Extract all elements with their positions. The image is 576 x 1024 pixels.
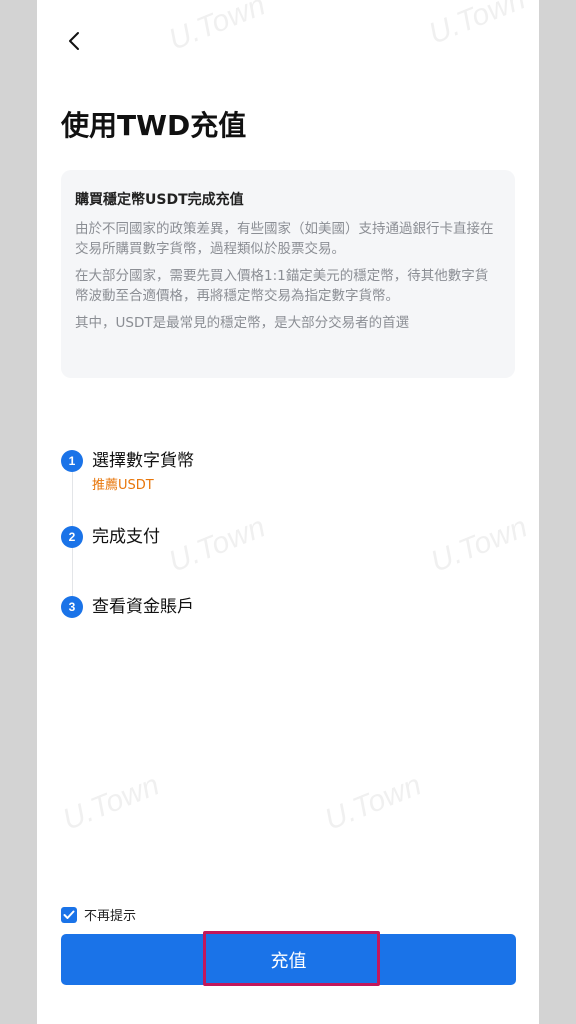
back-button[interactable]: [61, 26, 87, 56]
step-label: 選擇數字貨幣: [92, 451, 194, 471]
info-paragraph: 其中，USDT是最常見的穩定幣，是大部分交易者的首選: [75, 315, 410, 331]
watermark: U.Town: [424, 0, 530, 51]
watermark: U.Town: [58, 768, 164, 837]
checkbox-checked-icon[interactable]: [61, 906, 77, 923]
page-title: 使用TWD充值: [61, 109, 247, 142]
step-2: 2 完成支付: [61, 524, 160, 550]
step-number-badge: 2: [61, 526, 83, 548]
watermark: U.Town: [426, 510, 532, 579]
info-paragraph: 在大部分國家，需要先買入價格1:1錨定美元的穩定幣，待其他數字貨幣波動至合適價格…: [75, 268, 489, 304]
step-number-badge: 1: [61, 450, 83, 472]
step-label: 完成支付: [92, 527, 160, 547]
checkmark-icon: [63, 910, 75, 919]
chevron-left-icon: [69, 32, 79, 50]
step-number-badge: 3: [61, 596, 83, 618]
step-label: 查看資金賬戶: [92, 597, 194, 617]
step-recommendation: 推薦USDT: [92, 478, 154, 493]
screen: U.Town U.Town U.Town U.Town U.Town U.Tow…: [37, 0, 539, 1024]
dont-show-again-label: 不再提示: [84, 909, 137, 924]
info-paragraph: 由於不同國家的政策差異，有些國家（如美國）支持通過銀行卡直接在交易所購買數字貨幣…: [75, 221, 494, 257]
recharge-button[interactable]: 充值: [61, 934, 516, 985]
watermark: U.Town: [164, 510, 270, 579]
info-card-title: 購買穩定幣USDT完成充值: [75, 192, 244, 208]
watermark: U.Town: [164, 0, 270, 57]
watermark: U.Town: [320, 768, 426, 837]
step-3: 3 查看資金賬戶: [61, 594, 194, 620]
step-1: 1 選擇數字貨幣 推薦USDT: [61, 448, 194, 495]
info-card: 購買穩定幣USDT完成充值 由於不同國家的政策差異，有些國家（如美國）支持通過銀…: [61, 170, 515, 378]
dont-show-again-checkbox[interactable]: 不再提示: [61, 905, 136, 924]
